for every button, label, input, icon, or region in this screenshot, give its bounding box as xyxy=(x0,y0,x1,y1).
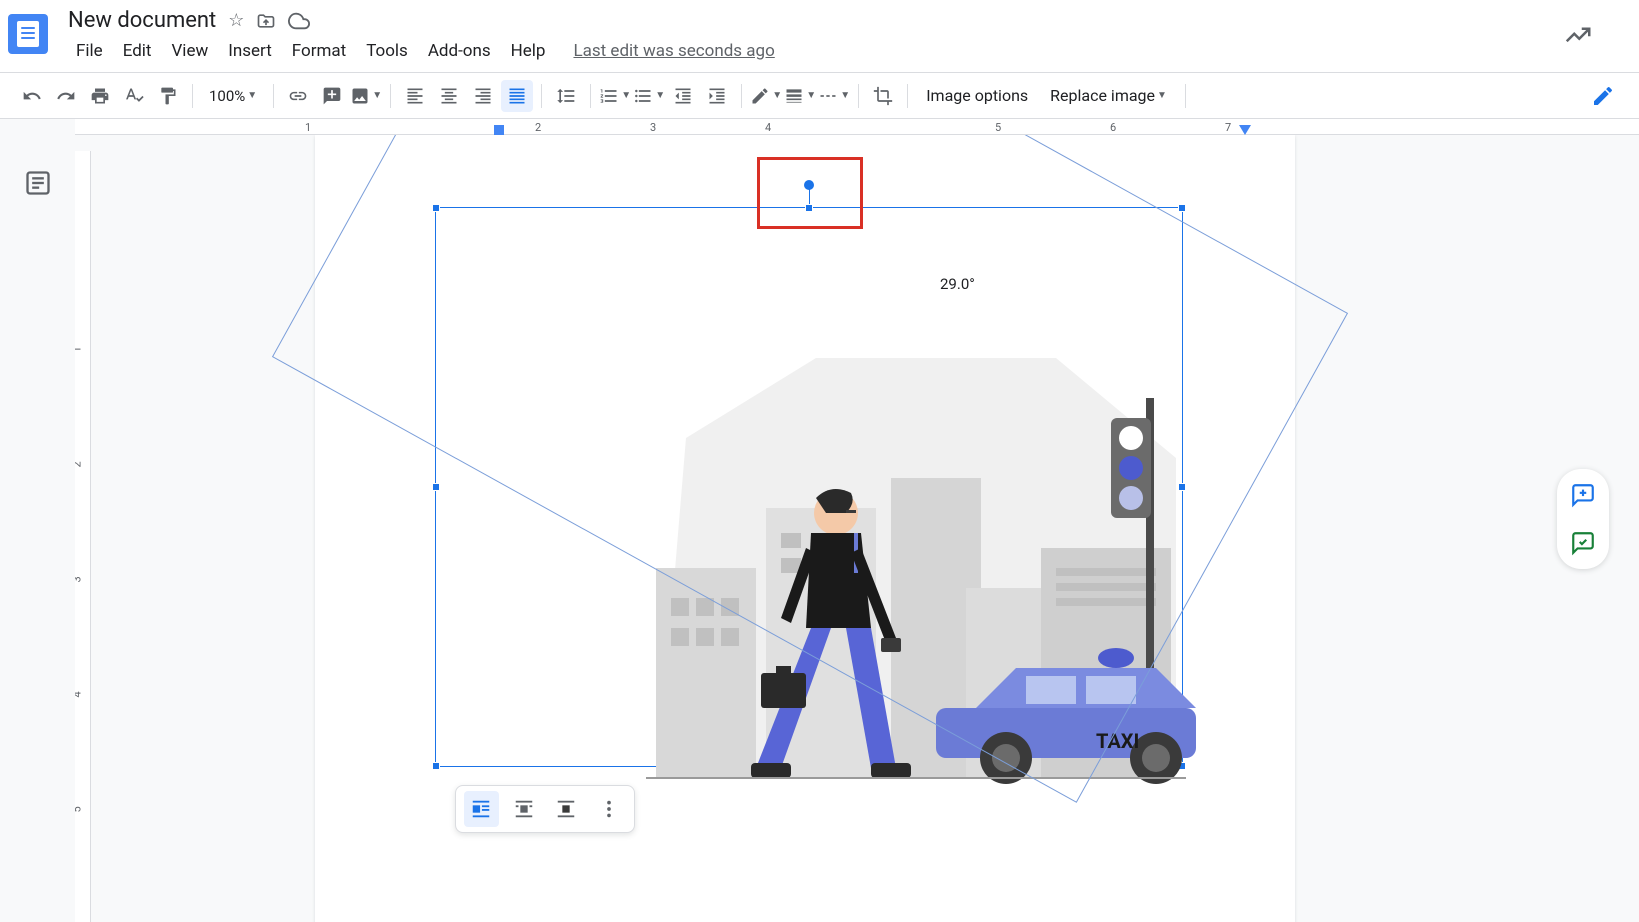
menu-format[interactable]: Format xyxy=(284,37,354,65)
side-comment-actions xyxy=(1557,469,1609,569)
menu-help[interactable]: Help xyxy=(503,37,554,65)
right-indent-marker[interactable] xyxy=(1239,125,1251,135)
align-right-button[interactable] xyxy=(467,80,499,112)
outline-toggle-icon[interactable] xyxy=(24,169,52,197)
menu-view[interactable]: View xyxy=(163,37,216,65)
last-edit-info[interactable]: Last edit was seconds ago xyxy=(573,41,774,61)
paint-format-button[interactable] xyxy=(152,80,184,112)
insert-link-button[interactable] xyxy=(282,80,314,112)
taxi-label: TAXI xyxy=(1096,729,1139,753)
more-options-button[interactable] xyxy=(592,791,627,827)
menu-addons[interactable]: Add-ons xyxy=(420,37,499,65)
left-indent-marker[interactable] xyxy=(494,125,504,135)
decrease-indent-button[interactable] xyxy=(667,80,699,112)
border-dash-button[interactable]: ▼ xyxy=(818,80,850,112)
toolbar: 100%▼ ▼ ▼ ▼ ▼ ▼ ▼ Image options Replace … xyxy=(0,73,1639,119)
ruler-tick: 4 xyxy=(75,691,84,697)
ruler-tick: 3 xyxy=(650,121,656,134)
border-color-button[interactable]: ▼ xyxy=(750,80,782,112)
app-header: New document ☆ File Edit View Insert For… xyxy=(0,0,1639,73)
image-options-button[interactable]: Image options xyxy=(916,82,1038,109)
document-page[interactable]: TAXI xyxy=(315,135,1295,922)
separator xyxy=(273,84,274,108)
align-left-button[interactable] xyxy=(399,80,431,112)
ruler-tick: 1 xyxy=(305,121,311,134)
wrap-break-button[interactable] xyxy=(549,791,584,827)
zoom-dropdown[interactable]: 100%▼ xyxy=(201,83,265,109)
suggest-edit-side-button[interactable] xyxy=(1565,525,1601,561)
rotation-angle-label: 29.0° xyxy=(940,275,975,293)
align-justify-button[interactable] xyxy=(501,80,533,112)
menu-edit[interactable]: Edit xyxy=(115,37,160,65)
separator xyxy=(192,84,193,108)
menubar: File Edit View Insert Format Tools Add-o… xyxy=(68,37,1563,65)
undo-button[interactable] xyxy=(16,80,48,112)
numbered-list-button[interactable]: ▼ xyxy=(599,80,631,112)
resize-handle-tr[interactable] xyxy=(1178,204,1186,212)
replace-image-button[interactable]: Replace image▼ xyxy=(1040,82,1177,109)
page-container: 1 2 3 4 5 xyxy=(75,135,1639,922)
resize-handle-bl[interactable] xyxy=(432,762,440,770)
separator xyxy=(541,84,542,108)
add-comment-side-button[interactable] xyxy=(1565,477,1601,513)
ruler-tick: 6 xyxy=(1110,121,1116,134)
wrap-inline-button[interactable] xyxy=(464,791,499,827)
activity-icon[interactable] xyxy=(1563,20,1593,50)
move-icon[interactable] xyxy=(256,11,276,31)
cloud-status-icon[interactable] xyxy=(288,10,310,32)
separator xyxy=(907,84,908,108)
document-title[interactable]: New document xyxy=(68,8,216,33)
image-content: TAXI xyxy=(636,338,1196,788)
image-wrap-toolbar xyxy=(455,785,635,833)
selected-image[interactable]: TAXI xyxy=(435,207,1183,767)
rotate-handle[interactable] xyxy=(804,180,814,190)
align-center-button[interactable] xyxy=(433,80,465,112)
separator xyxy=(1185,84,1186,108)
bulleted-list-button[interactable]: ▼ xyxy=(633,80,665,112)
ruler-tick: 4 xyxy=(765,121,771,134)
star-icon[interactable]: ☆ xyxy=(228,10,244,31)
resize-handle-tm[interactable] xyxy=(805,204,813,212)
ruler-tick: 2 xyxy=(535,121,541,134)
redo-button[interactable] xyxy=(50,80,82,112)
increase-indent-button[interactable] xyxy=(701,80,733,112)
ruler-tick: 5 xyxy=(75,806,84,812)
title-area: New document ☆ File Edit View Insert For… xyxy=(68,8,1563,65)
ruler-tick: 5 xyxy=(995,121,1001,134)
ruler-tick: 7 xyxy=(1225,121,1231,134)
vertical-ruler[interactable]: 1 2 3 4 5 xyxy=(75,151,91,922)
menu-file[interactable]: File xyxy=(68,37,111,65)
separator xyxy=(390,84,391,108)
separator xyxy=(858,84,859,108)
ruler-tick: 3 xyxy=(75,576,84,582)
docs-logo[interactable] xyxy=(8,14,48,54)
line-spacing-button[interactable] xyxy=(550,80,582,112)
outline-panel xyxy=(0,119,75,922)
resize-handle-tl[interactable] xyxy=(432,204,440,212)
spellcheck-button[interactable] xyxy=(118,80,150,112)
menu-insert[interactable]: Insert xyxy=(220,37,280,65)
ruler-tick: 2 xyxy=(75,461,84,467)
menu-tools[interactable]: Tools xyxy=(358,37,416,65)
border-weight-button[interactable]: ▼ xyxy=(784,80,816,112)
separator xyxy=(741,84,742,108)
ruler-tick: 1 xyxy=(75,346,84,352)
insert-image-button[interactable]: ▼ xyxy=(350,80,382,112)
canvas-area: 1 2 3 4 5 6 7 1 2 3 4 5 xyxy=(0,119,1639,922)
crop-button[interactable] xyxy=(867,80,899,112)
print-button[interactable] xyxy=(84,80,116,112)
editing-mode-button[interactable] xyxy=(1587,80,1619,112)
add-comment-button[interactable] xyxy=(316,80,348,112)
horizontal-ruler[interactable]: 1 2 3 4 5 6 7 xyxy=(75,119,1639,135)
header-right xyxy=(1563,8,1623,50)
resize-handle-ml[interactable] xyxy=(432,483,440,491)
separator xyxy=(590,84,591,108)
wrap-text-button[interactable] xyxy=(507,791,542,827)
